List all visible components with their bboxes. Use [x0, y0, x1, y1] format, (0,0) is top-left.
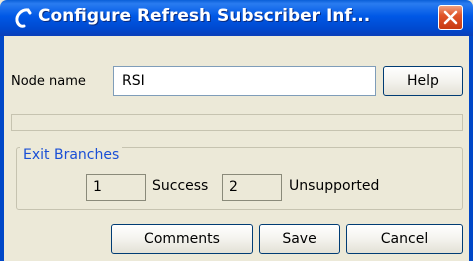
branch-label-success: Success	[152, 178, 209, 194]
help-button[interactable]: Help	[383, 66, 463, 96]
comments-button[interactable]: Comments	[111, 224, 253, 254]
window-border-right	[469, 36, 473, 261]
branch-number-success: 1	[86, 174, 146, 201]
window-title: Configure Refresh Subscriber Inf...	[38, 6, 371, 26]
separator-panel	[11, 114, 463, 131]
window-border-left	[0, 36, 4, 261]
close-button[interactable]	[438, 5, 463, 30]
node-name-input[interactable]	[113, 66, 376, 96]
close-icon	[443, 10, 458, 25]
branch-label-unsupported: Unsupported	[289, 178, 380, 194]
app-handset-icon	[15, 8, 32, 28]
exit-branches-title: Exit Branches	[20, 147, 123, 163]
title-bar[interactable]: Configure Refresh Subscriber Inf...	[0, 0, 473, 36]
branch-number-unsupported: 2	[222, 174, 282, 201]
node-name-label: Node name	[11, 74, 86, 89]
configure-dialog: Configure Refresh Subscriber Inf... Node…	[0, 0, 473, 261]
cancel-button[interactable]: Cancel	[346, 224, 463, 254]
save-button[interactable]: Save	[259, 224, 340, 254]
